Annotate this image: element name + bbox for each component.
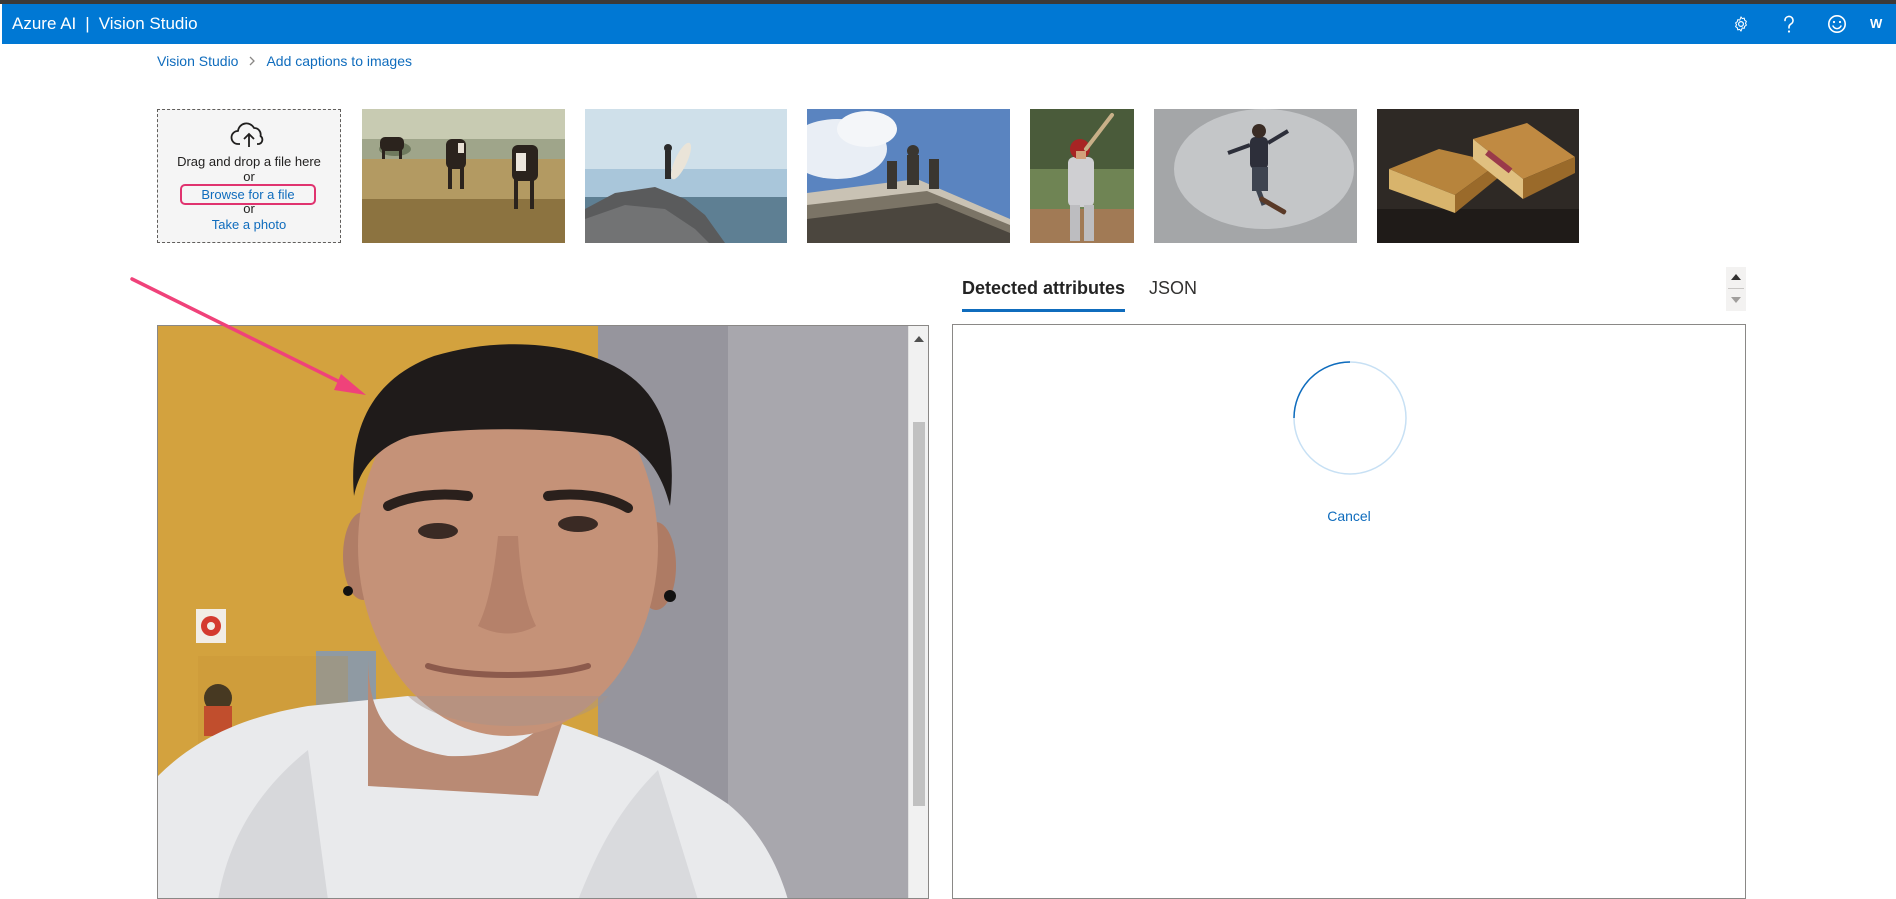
results-panel: Cancel: [952, 324, 1746, 899]
scrollbar-thumb[interactable]: [913, 422, 925, 806]
scroll-up-arrow-icon[interactable]: [914, 336, 924, 342]
dropzone-or-1: or: [243, 169, 255, 184]
scroll-up-arrow-icon[interactable]: [1731, 274, 1741, 280]
uploaded-image-selfie: [158, 326, 908, 898]
sample-image-skateboarder[interactable]: [1154, 109, 1357, 243]
results-scrollbar[interactable]: [1726, 267, 1746, 311]
dropzone-or-2: or: [243, 201, 255, 216]
loading-spinner-icon: [1292, 360, 1408, 481]
cancel-link[interactable]: Cancel: [953, 508, 1745, 524]
tab-json[interactable]: JSON: [1149, 278, 1197, 309]
app-brand[interactable]: Azure AI | Vision Studio: [12, 4, 198, 44]
dropzone-instruction: Drag and drop a file here: [177, 154, 321, 169]
app-header: Azure AI | Vision Studio W: [2, 4, 1896, 44]
help-question-icon[interactable]: [1776, 11, 1802, 37]
breadcrumb-vision-studio[interactable]: Vision Studio: [157, 53, 238, 69]
settings-gear-icon[interactable]: [1728, 11, 1754, 37]
image-preview-panel: [157, 325, 929, 899]
sample-image-statues[interactable]: [807, 109, 1010, 243]
sample-image-baseball-batter[interactable]: [1030, 109, 1134, 243]
brand-separator: |: [85, 14, 90, 33]
app-name: Vision Studio: [98, 14, 198, 33]
sample-image-surfer[interactable]: [585, 109, 787, 243]
sample-image-sandwich[interactable]: [1377, 109, 1579, 243]
scroll-down-arrow-icon[interactable]: [1731, 297, 1741, 303]
product-name: Azure AI: [12, 14, 77, 33]
cloud-upload-icon: [230, 120, 268, 153]
feedback-smiley-icon[interactable]: [1824, 11, 1850, 37]
breadcrumb-add-captions[interactable]: Add captions to images: [266, 53, 412, 69]
upload-dropzone[interactable]: Drag and drop a file here or Browse for …: [157, 109, 341, 243]
tab-detected-attributes[interactable]: Detected attributes: [962, 278, 1126, 312]
breadcrumb: Vision Studio Add captions to images: [157, 53, 412, 69]
account-avatar[interactable]: W: [1870, 4, 1882, 44]
sample-image-cows[interactable]: [362, 109, 565, 243]
results-tabs: Detected attributes JSON: [962, 278, 1221, 312]
scrollbar-divider: [1728, 288, 1744, 289]
preview-vertical-scrollbar[interactable]: [908, 326, 928, 898]
take-photo-link[interactable]: Take a photo: [158, 217, 340, 232]
chevron-right-icon: [248, 53, 256, 69]
